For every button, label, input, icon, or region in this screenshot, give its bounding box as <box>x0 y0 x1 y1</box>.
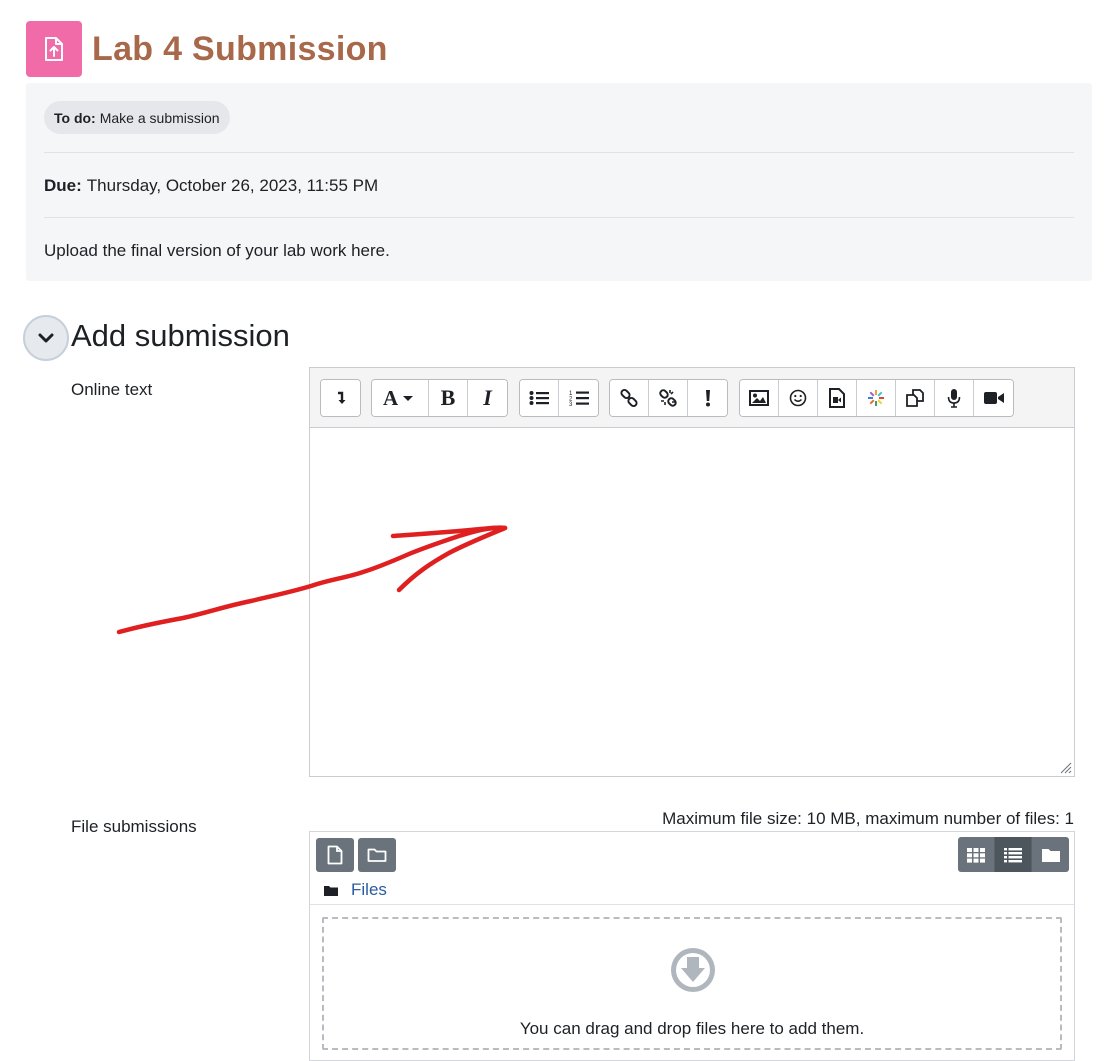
file-limits-text: Maximum file size: 10 MB, maximum number… <box>662 809 1074 828</box>
toolbar-group: 1 2 3 <box>519 379 599 417</box>
expand-toolbar-icon <box>337 391 345 404</box>
link-button[interactable] <box>610 380 649 416</box>
video-camera-icon <box>983 392 1004 404</box>
italic-icon: I <box>483 385 492 410</box>
file-submissions-label: File submissions <box>71 817 197 836</box>
files-folder-link[interactable]: Files <box>351 880 387 900</box>
create-folder-button[interactable] <box>358 838 396 872</box>
file-icon <box>327 845 343 865</box>
copy-icon <box>906 389 924 407</box>
page-header: Lab 4 Submission <box>26 21 388 77</box>
exclamation-icon <box>705 390 710 407</box>
assignment-upload-icon <box>26 21 82 77</box>
file-dropzone[interactable]: You can drag and drop files here to add … <box>322 917 1062 1050</box>
divider <box>44 217 1074 218</box>
image-button[interactable] <box>740 380 779 416</box>
copy-button[interactable] <box>896 380 935 416</box>
view-icons-button[interactable] <box>958 837 995 872</box>
record-audio-button[interactable] <box>935 380 974 416</box>
editor-content-area[interactable] <box>116 428 1074 776</box>
ordered-list-icon: 1 2 3 <box>569 391 589 407</box>
view-list-button[interactable] <box>995 837 1032 872</box>
collapse-section-button[interactable] <box>23 315 69 361</box>
microphone-icon <box>947 389 961 408</box>
file-picker: Files You can drag and drop files here t… <box>309 831 1075 1061</box>
toolbar-group: A B I <box>371 379 508 417</box>
media-file-icon <box>829 388 845 408</box>
folder-tree-icon <box>1041 848 1060 862</box>
bold-icon: B <box>440 385 456 410</box>
emoji-button[interactable] <box>779 380 818 416</box>
dropzone-text: You can drag and drop files here to add … <box>519 1019 865 1038</box>
emoji-icon <box>789 389 807 407</box>
online-text-editor[interactable]: A B I 1 2 3 <box>116 367 1075 777</box>
bold-button[interactable]: B <box>429 380 468 416</box>
equation-button[interactable] <box>688 380 727 416</box>
link-icon <box>620 388 638 408</box>
toolbar-group <box>609 379 728 417</box>
view-mode-group <box>958 837 1069 872</box>
todo-badge: To do: Make a submission <box>44 101 230 134</box>
svg-text:3: 3 <box>569 402 573 407</box>
ordered-list-button[interactable]: 1 2 3 <box>559 380 598 416</box>
record-video-button[interactable] <box>974 380 1013 416</box>
image-icon <box>749 390 769 406</box>
toolbar-group <box>739 379 1014 417</box>
divider <box>310 904 1074 905</box>
unordered-list-button[interactable] <box>520 380 559 416</box>
media-button[interactable] <box>818 380 857 416</box>
activity-description: Upload the final version of your lab wor… <box>44 241 390 260</box>
divider <box>44 152 1074 153</box>
add-file-button[interactable] <box>316 838 354 872</box>
folder-icon <box>324 885 338 896</box>
breadcrumb: Files <box>324 880 387 900</box>
editor-toolbar: A B I 1 2 3 <box>310 368 1074 428</box>
h5p-icon <box>868 390 884 406</box>
resize-handle-icon[interactable] <box>1058 760 1072 774</box>
view-tree-button[interactable] <box>1032 837 1069 872</box>
folder-icon <box>367 848 387 862</box>
download-arrow-icon <box>671 948 715 992</box>
chevron-down-icon <box>38 333 54 343</box>
show-more-buttons[interactable] <box>321 380 360 416</box>
activity-info-panel: To do: Make a submission Due: Thursday, O… <box>26 83 1092 281</box>
due-date-value: Thursday, October 26, 2023, 11:55 PM <box>86 176 379 195</box>
todo-label: To do: <box>54 109 96 126</box>
grid-icon <box>967 847 985 863</box>
unordered-list-icon <box>529 391 549 405</box>
italic-button[interactable]: I <box>468 380 507 416</box>
page-title: Lab 4 Submission <box>92 29 388 68</box>
unlink-icon <box>659 389 677 407</box>
list-icon <box>1004 847 1022 862</box>
unlink-button[interactable] <box>649 380 688 416</box>
section-title: Add submission <box>71 318 290 353</box>
font-style-button[interactable]: A <box>372 380 429 416</box>
toolbar-group <box>320 379 361 417</box>
due-date: Due: Thursday, October 26, 2023, 11:55 PM <box>44 176 378 196</box>
todo-text: Make a submission <box>99 109 220 126</box>
svg-text:A: A <box>383 388 399 408</box>
due-label: Due: <box>44 176 82 195</box>
online-text-label: Online text <box>71 380 153 399</box>
font-style-icon: A <box>383 388 413 408</box>
h5p-button[interactable] <box>857 380 896 416</box>
